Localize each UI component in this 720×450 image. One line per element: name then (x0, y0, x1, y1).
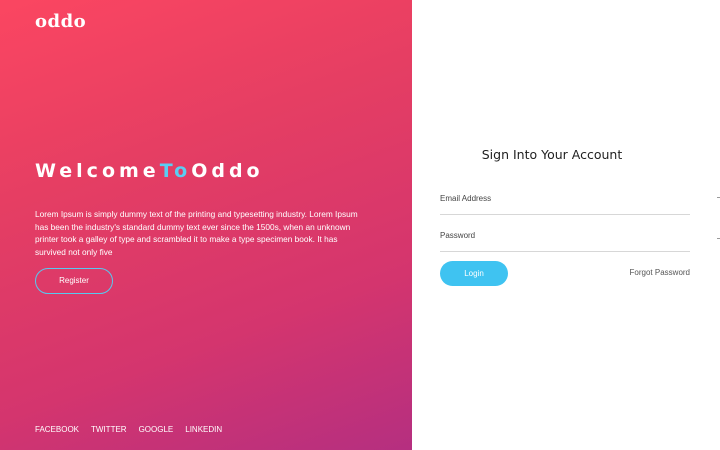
login-page: oddo WelcomeToOddo Lorem Ipsum is simply… (0, 0, 720, 450)
signin-title: Sign Into Your Account (481, 147, 623, 162)
welcome-panel: oddo WelcomeToOddo Lorem Ipsum is simply… (0, 0, 412, 450)
login-button[interactable]: Login (440, 261, 508, 286)
intro-text: Lorem Ipsum is simply dummy text of the … (35, 209, 358, 258)
signin-panel: Sign Into Your Account Login Forgot Pass… (412, 0, 720, 450)
register-button[interactable]: Register (35, 268, 113, 294)
welcome-to-word: To (159, 160, 192, 182)
welcome-brand-word: Oddo (191, 160, 264, 182)
email-field-wrapper (440, 188, 690, 215)
social-link-linkedin[interactable]: LINKEDIN (185, 425, 222, 434)
social-link-twitter[interactable]: TWITTER (91, 425, 127, 434)
password-field[interactable] (440, 231, 690, 240)
social-link-facebook[interactable]: FACEBOOK (35, 425, 79, 434)
brand-logo[interactable]: oddo (35, 11, 86, 32)
forgot-password-link[interactable]: Forgot Password (630, 268, 690, 277)
email-field[interactable] (440, 194, 690, 203)
welcome-word: Welcome (35, 160, 160, 182)
welcome-heading: WelcomeToOddo (35, 160, 264, 182)
social-links: FACEBOOK TWITTER GOOGLE LINKEDIN (35, 425, 222, 434)
password-field-wrapper (440, 225, 690, 252)
social-link-google[interactable]: GOOGLE (139, 425, 174, 434)
